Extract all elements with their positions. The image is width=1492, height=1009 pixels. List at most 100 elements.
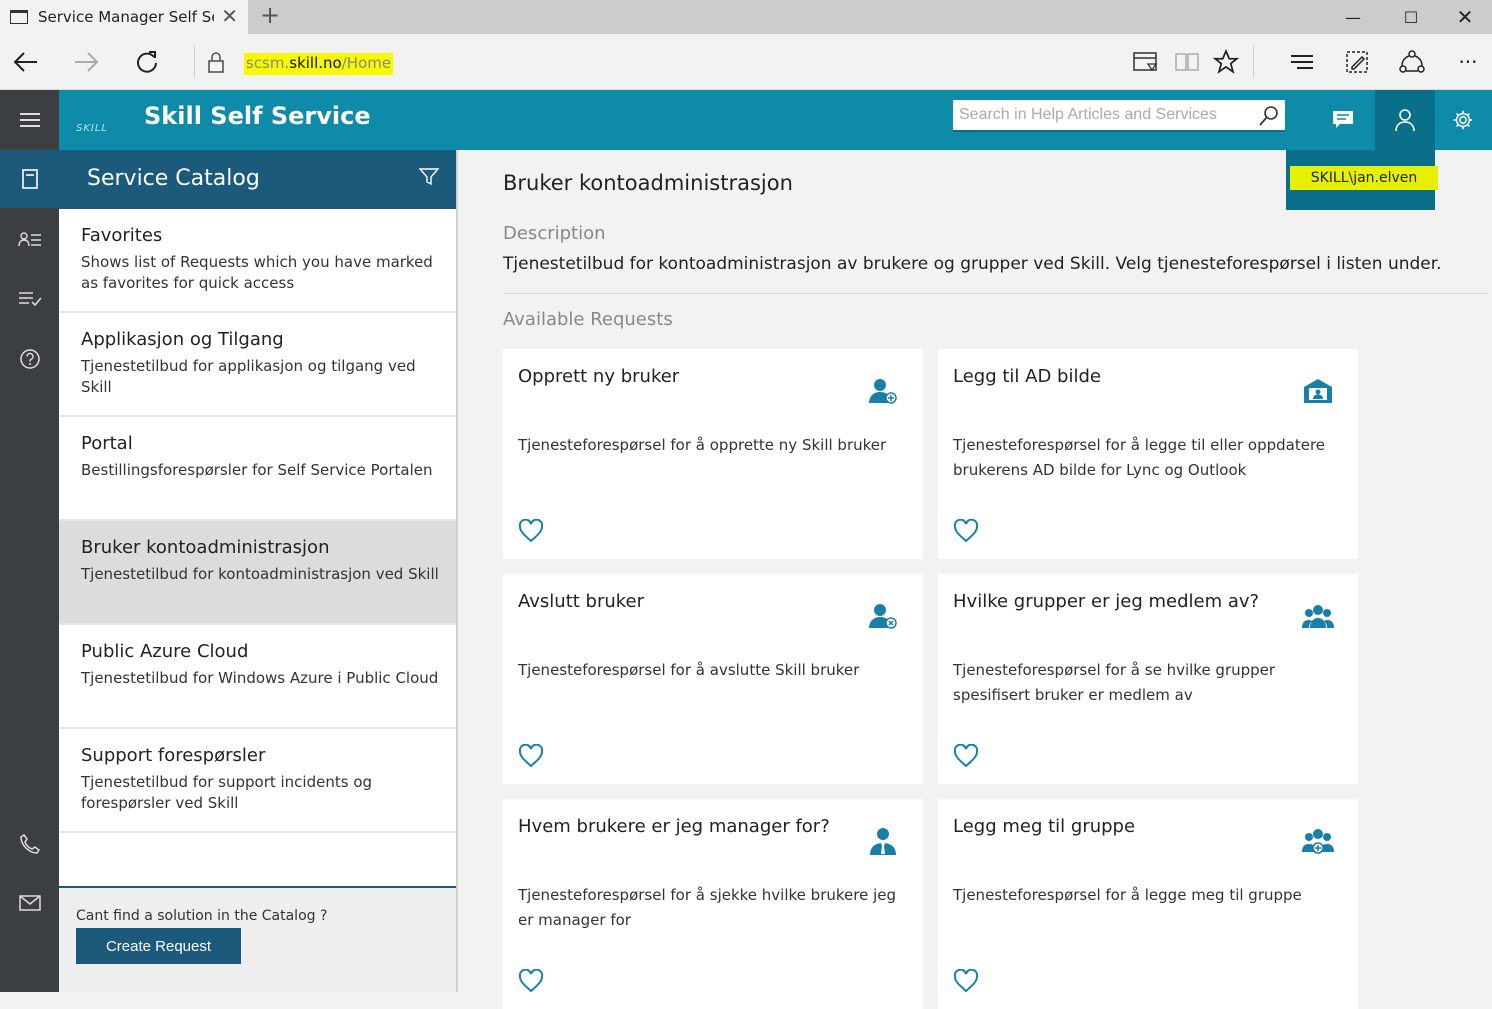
rail-phone[interactable] xyxy=(0,815,59,873)
card-title: Hvem brukere er jeg manager for? xyxy=(518,816,830,837)
url-path: /Home xyxy=(341,54,392,72)
skill-logo: SKILL xyxy=(76,123,108,134)
app-title: Skill Self Service xyxy=(144,102,371,130)
search-icon[interactable] xyxy=(1257,104,1281,128)
service-catalog-panel: Service Catalog Favorites Shows list of … xyxy=(59,150,457,992)
favorite-heart-icon[interactable] xyxy=(518,744,544,768)
group-icon xyxy=(1302,605,1334,628)
maximize-button[interactable]: ☐ xyxy=(1382,0,1440,34)
tab-title: Service Manager Self Se xyxy=(38,8,214,26)
more-options-icon[interactable]: ··· xyxy=(1452,46,1484,78)
favorite-heart-icon[interactable] xyxy=(518,969,544,993)
address-field[interactable]: scsm.skill.no/Home xyxy=(244,53,394,75)
task-list-icon xyxy=(18,292,42,307)
url-host: skill.no xyxy=(289,54,342,72)
card-desc: Tjenesteforespørsel for å legge til elle… xyxy=(953,436,1326,479)
card-desc: Tjenesteforespørsel for å legge meg til … xyxy=(953,886,1302,904)
request-card-manager[interactable]: Hvem brukere er jeg manager for? Tjenest… xyxy=(503,799,923,1009)
manager-icon xyxy=(870,828,896,855)
refresh-icon xyxy=(137,51,157,73)
create-request-button[interactable]: Create Request xyxy=(76,928,241,964)
panel-divider xyxy=(456,150,458,992)
catalog-item-support[interactable]: Support forespørsler Tjenestetilbud for … xyxy=(59,729,457,833)
left-rail xyxy=(0,150,59,992)
user-icon xyxy=(1395,109,1415,132)
web-note-icon[interactable] xyxy=(1341,46,1373,78)
catalog-item-name: Public Azure Cloud xyxy=(81,641,249,662)
available-requests-label: Available Requests xyxy=(503,309,673,330)
catalog-item-portal[interactable]: Portal Bestillingsforespørsler for Self … xyxy=(59,417,457,521)
catalog-footer: Cant find a solution in the Catalog ? Cr… xyxy=(59,886,457,992)
user-add-icon xyxy=(869,379,897,404)
rail-tasks[interactable] xyxy=(0,270,59,328)
request-card-avslutt[interactable]: Avslutt bruker Tjenesteforespørsel for å… xyxy=(503,574,923,784)
favorite-heart-icon[interactable] xyxy=(953,519,979,543)
user-button[interactable] xyxy=(1375,90,1435,150)
catalog-item-azure[interactable]: Public Azure Cloud Tjenestetilbud for Wi… xyxy=(59,625,457,729)
page-icon xyxy=(10,10,28,24)
request-card-legg-til-gruppe[interactable]: Legg meg til gruppe Tjenesteforespørsel … xyxy=(938,799,1358,1009)
chat-icon xyxy=(1333,111,1353,128)
card-desc: Tjenesteforespørsel for å se hvilke grup… xyxy=(953,661,1276,704)
toolbar-separator xyxy=(194,46,195,78)
description-text: Tjenestetilbud for kontoadministrasjon a… xyxy=(503,254,1442,274)
browser-toolbar: scsm.skill.no/Home ··· xyxy=(0,34,1492,90)
catalog-header: Service Catalog xyxy=(59,150,457,209)
rail-contacts[interactable] xyxy=(0,211,59,269)
request-card-ad-bilde[interactable]: Legg til AD bilde Tjenesteforespørsel fo… xyxy=(938,349,1358,559)
catalog-item-favorites[interactable]: Favorites Shows list of Requests which y… xyxy=(59,209,457,313)
catalog-item-desc: Tjenestetilbud for applikasjon og tilgan… xyxy=(81,357,416,396)
rail-catalog[interactable] xyxy=(0,150,59,208)
catalog-item-applikasjon[interactable]: Applikasjon og Tilgang Tjenestetilbud fo… xyxy=(59,313,457,417)
minimize-button[interactable]: — xyxy=(1324,0,1382,34)
content-divider xyxy=(503,293,1488,294)
catalog-item-name: Portal xyxy=(81,433,133,454)
browser-tab[interactable]: Service Manager Self Se ✕ xyxy=(0,0,248,34)
group-add-icon xyxy=(1302,829,1334,854)
catalog-item-desc: Tjenestetilbud for support incidents og … xyxy=(81,773,373,812)
url-prefix: scsm. xyxy=(246,54,290,72)
catalog-icon xyxy=(21,169,38,189)
people-list-icon xyxy=(17,232,41,247)
catalog-item-bruker[interactable]: Bruker kontoadministrasjon Tjenestetilbu… xyxy=(59,521,457,625)
mail-icon xyxy=(18,895,41,911)
refresh-button[interactable] xyxy=(127,42,167,82)
lock-icon xyxy=(196,42,236,82)
close-window-button[interactable]: ✕ xyxy=(1436,0,1492,34)
card-desc: Tjenesteforespørsel for å opprette ny Sk… xyxy=(518,436,887,454)
favorite-heart-icon[interactable] xyxy=(953,744,979,768)
settings-button[interactable] xyxy=(1433,90,1492,150)
catalog-item-desc: Tjenestetilbud for Windows Azure i Publi… xyxy=(81,669,439,687)
new-tab-button[interactable]: + xyxy=(256,0,284,34)
menu-button[interactable] xyxy=(0,90,59,150)
close-tab-icon[interactable]: ✕ xyxy=(221,4,238,28)
card-title: Legg til AD bilde xyxy=(953,366,1101,387)
user-dropdown: SKILL\jan.elven xyxy=(1286,150,1438,210)
app-header: SKILL Skill Self Service xyxy=(0,90,1492,150)
id-card-icon xyxy=(1304,379,1332,403)
reading-view-icon[interactable] xyxy=(1171,46,1203,78)
rail-mail[interactable] xyxy=(0,874,59,932)
catalog-item-name: Bruker kontoadministrasjon xyxy=(81,537,330,558)
favorite-heart-icon[interactable] xyxy=(518,519,544,543)
share-icon[interactable] xyxy=(1396,46,1428,78)
chat-button[interactable] xyxy=(1313,90,1373,150)
request-card-grupper[interactable]: Hvilke grupper er jeg medlem av? Tjenest… xyxy=(938,574,1358,784)
search-input[interactable] xyxy=(953,100,1253,130)
help-icon xyxy=(19,349,40,369)
user-remove-icon xyxy=(869,604,897,629)
favorite-heart-icon[interactable] xyxy=(953,969,979,993)
catalog-item-name: Support forespørsler xyxy=(81,745,266,766)
request-card-opprett[interactable]: Opprett ny bruker Tjenesteforespørsel fo… xyxy=(503,349,923,559)
reading-list-icon[interactable] xyxy=(1130,46,1162,78)
catalog-footer-text: Cant find a solution in the Catalog ? xyxy=(76,908,328,924)
page-title: Bruker kontoadministrasjon xyxy=(503,171,793,195)
back-button[interactable] xyxy=(6,42,46,82)
browser-titlebar: Service Manager Self Se ✕ + — ☐ ✕ xyxy=(0,0,1492,34)
filter-icon[interactable] xyxy=(419,168,439,186)
rail-help[interactable] xyxy=(0,330,59,388)
user-name[interactable]: SKILL\jan.elven xyxy=(1290,166,1438,190)
hub-icon[interactable] xyxy=(1286,46,1318,78)
favorite-star-icon[interactable] xyxy=(1210,46,1242,78)
forward-button[interactable] xyxy=(66,42,106,82)
